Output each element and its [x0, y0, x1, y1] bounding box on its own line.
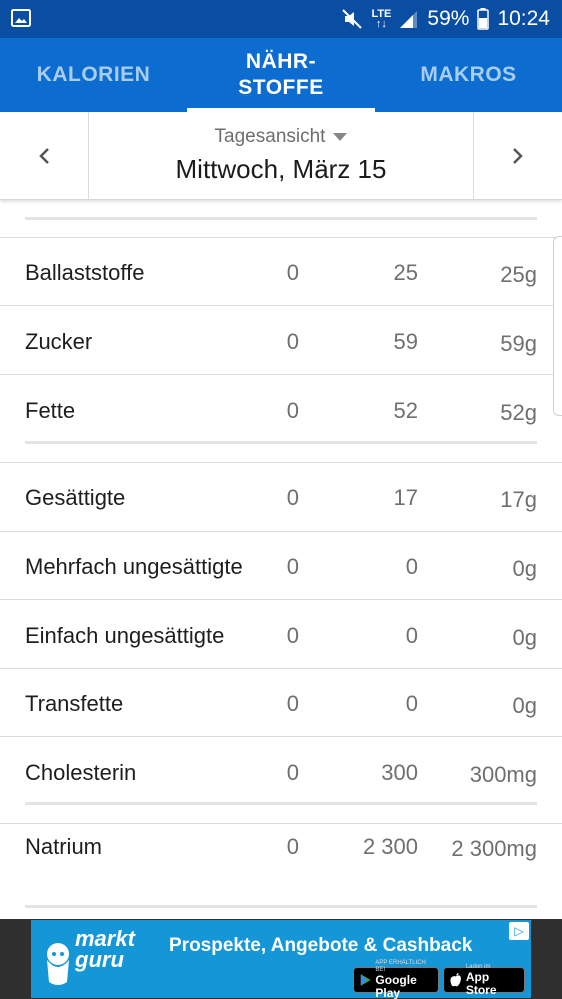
nutrient-left: 52g	[500, 400, 537, 425]
row-divider	[0, 374, 562, 375]
next-day-button[interactable]	[473, 112, 562, 200]
nutrient-left: 300mg	[469, 762, 537, 787]
signal-icon	[399, 9, 419, 29]
nutrient-goal: 0	[405, 623, 418, 648]
chevron-right-icon	[513, 148, 523, 164]
nutrient-left: 25g	[500, 262, 537, 287]
mascot-icon	[47, 943, 69, 985]
lte-icon: LTE ↑↓	[371, 8, 392, 30]
nutrient-goal: 0	[405, 691, 418, 716]
gallery-icon	[11, 9, 31, 27]
network-type: LTE	[371, 8, 392, 20]
nutrient-total: 0	[286, 554, 299, 579]
nutrient-goal: 300	[381, 760, 418, 785]
row-divider	[0, 599, 562, 600]
nutrient-name: Cholesterin	[25, 760, 137, 785]
date-selector[interactable]: Tagesansicht Mittwoch, März 15	[88, 112, 473, 199]
nutrient-name: Zucker	[25, 329, 93, 354]
clock: 10:24	[497, 7, 550, 30]
nutrient-total: 0	[286, 691, 299, 716]
nutrient-name: Einfach ungesättigte	[25, 623, 225, 648]
nutrient-total: 0	[286, 760, 299, 785]
google-play-badge[interactable]: APP ERHÄLTLICH BEI Google Play	[353, 960, 439, 999]
nutrient-name: Natrium	[25, 834, 103, 859]
status-bar: LTE ↑↓ 59% 10:24	[0, 0, 562, 38]
row-divider	[0, 736, 562, 737]
tab-naehrstoffe-label: NÄHR- STOFFE	[238, 49, 323, 101]
nutrient-left: 2 300mg	[451, 836, 537, 861]
nutrient-total: 0	[286, 834, 299, 859]
nutrient-name: Ballaststoffe	[25, 260, 145, 285]
row-divider	[0, 305, 562, 306]
nutrient-total: 0	[286, 623, 299, 648]
row-divider	[0, 668, 562, 669]
nutrient-list[interactable]: Ballaststoffe 0 25 25g Zucker 0 59 59g F…	[0, 201, 562, 919]
chevron-left-icon	[39, 148, 49, 164]
ad-headline: Prospekte, Angebote & Cashback	[169, 935, 473, 956]
nutrient-left: 0g	[512, 625, 537, 650]
tab-kalorien-label: KALORIEN	[36, 63, 151, 86]
nutrient-name: Transfette	[25, 691, 124, 716]
section-divider	[25, 441, 537, 444]
nutrient-left: 0g	[512, 693, 537, 718]
nutrient-name: Mehrfach ungesättigte	[25, 554, 243, 579]
battery-icon	[477, 8, 490, 30]
ad-banner[interactable]: markt guru Prospekte, Angebote & Cashbac…	[0, 919, 562, 999]
view-mode-label: Tagesansicht	[214, 126, 326, 147]
google-play-icon	[360, 974, 371, 986]
nutrient-goal: 25	[393, 260, 418, 285]
nutrient-name: Fette	[25, 398, 76, 423]
tab-makros[interactable]: MAKROS	[375, 38, 562, 112]
row-divider	[0, 237, 562, 238]
nutrient-total: 0	[286, 329, 299, 354]
nutrient-total: 0	[286, 485, 299, 510]
google-play-label: Google Play	[375, 973, 417, 999]
date-navigation: Tagesansicht Mittwoch, März 15	[0, 112, 562, 200]
adchoices-icon[interactable]: ▷	[509, 922, 529, 940]
nutrient-total: 0	[286, 260, 299, 285]
nutrient-left: 17g	[500, 487, 537, 512]
section-divider	[25, 802, 537, 805]
apple-icon	[450, 973, 461, 987]
nutrient-goal: 59	[393, 329, 418, 354]
row-divider	[0, 531, 562, 532]
tab-naehrstoffe-label-line2: STOFFE	[238, 76, 324, 99]
nutrient-left: 59g	[500, 331, 537, 356]
ad-content[interactable]: markt guru Prospekte, Angebote & Cashbac…	[31, 920, 531, 999]
mute-icon	[341, 8, 363, 30]
tab-naehrstoffe-label-line1: NÄHR-	[245, 50, 317, 73]
scrollbar-thumb[interactable]	[553, 236, 562, 416]
row-divider	[0, 823, 562, 824]
tab-makros-label: MAKROS	[420, 63, 517, 86]
logo-text: markt guru	[75, 928, 135, 972]
nutrient-name: Gesättigte	[25, 485, 126, 510]
nutrient-left: 0g	[512, 556, 537, 581]
nutrient-goal: 52	[393, 398, 418, 423]
nutrient-goal: 2 300	[362, 834, 418, 859]
nutrient-total: 0	[286, 398, 299, 423]
tab-bar: KALORIEN NÄHR- STOFFE MAKROS	[0, 38, 562, 112]
marktguru-logo: markt guru	[39, 926, 149, 992]
app-store-label: App Store	[465, 969, 497, 997]
nutrient-goal: 0	[405, 554, 418, 579]
app-store-badge[interactable]: Laden im App Store	[443, 964, 525, 996]
section-divider	[25, 217, 537, 220]
section-divider	[25, 905, 537, 908]
view-mode-dropdown[interactable]: Tagesansicht	[215, 126, 348, 148]
tab-naehrstoffe[interactable]: NÄHR- STOFFE	[187, 38, 375, 112]
caret-down-icon	[333, 133, 348, 141]
logo-line2: guru	[75, 947, 124, 972]
row-divider	[0, 462, 562, 463]
nutrient-goal: 17	[393, 485, 418, 510]
battery-percent: 59%	[427, 7, 470, 30]
google-play-small: APP ERHÄLTLICH BEI	[375, 960, 426, 973]
tab-kalorien[interactable]: KALORIEN	[0, 38, 187, 112]
current-date: Mittwoch, März 15	[175, 154, 387, 184]
previous-day-button[interactable]	[0, 112, 88, 200]
